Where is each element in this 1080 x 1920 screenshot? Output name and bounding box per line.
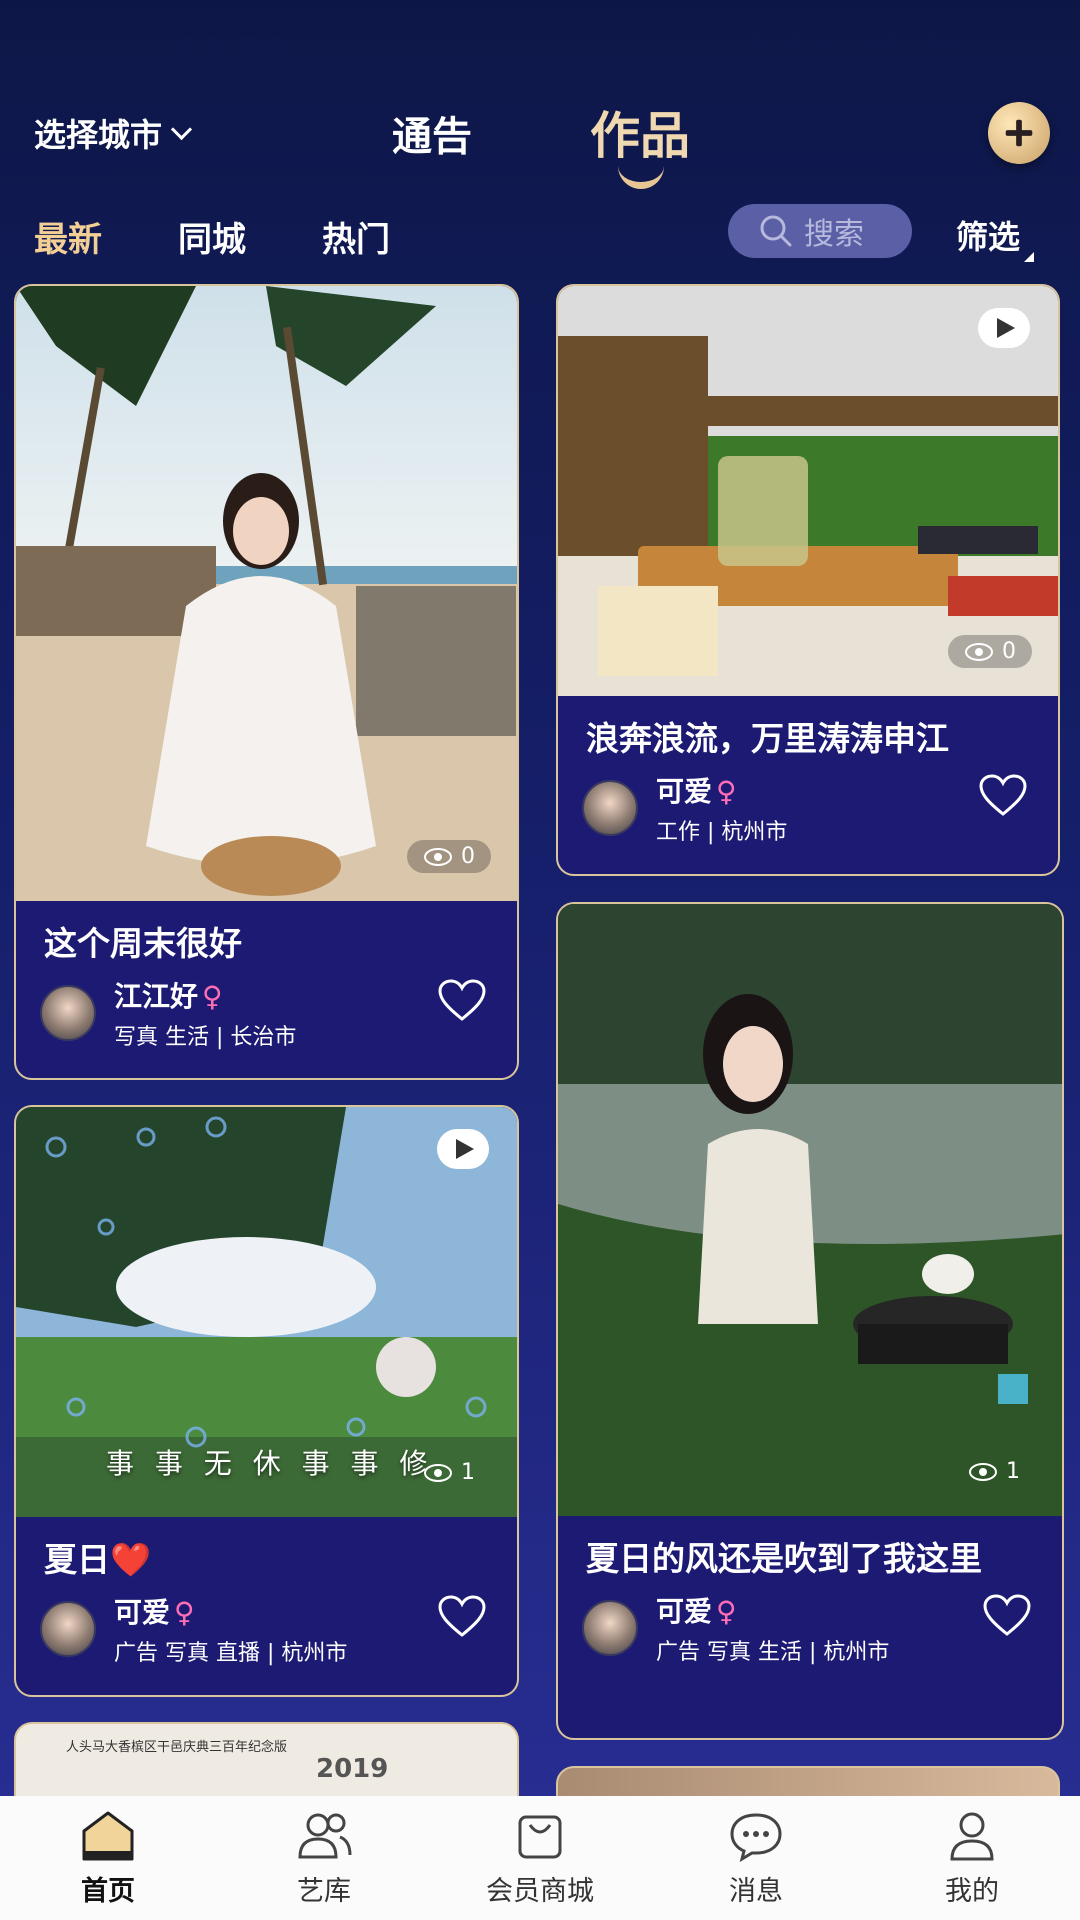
heart-icon[interactable] bbox=[978, 774, 1028, 818]
avatar[interactable] bbox=[40, 985, 96, 1041]
view-count: 0 bbox=[407, 840, 491, 873]
partial-banner-text: 人头马大香槟区干邑庆典三百年纪念版 bbox=[66, 1740, 288, 1755]
post-author: 可爱 ♀ 广告 写真 直播 | 杭州市 bbox=[16, 1581, 517, 1687]
status-bar: 11:30 bbox=[0, 0, 1080, 100]
post-card[interactable]: 0 浪奔浪流，万里涛涛申江 可爱 ♀ 工作 | 杭州市 bbox=[556, 284, 1060, 876]
post-thumbnail: 事 事 无 休 事 事 修 1 bbox=[16, 1107, 517, 1517]
video-play-icon bbox=[978, 308, 1030, 348]
tab-latest[interactable]: 最新 bbox=[34, 212, 102, 261]
lakeside-photo bbox=[558, 904, 1062, 1516]
author-name: 可爱 bbox=[656, 1595, 713, 1628]
post-tags: 写真 生活 | 长治市 bbox=[114, 1025, 297, 1050]
city-selector-label: 选择城市 bbox=[34, 116, 163, 154]
author-name: 江江好 bbox=[114, 980, 199, 1013]
eye-icon bbox=[965, 642, 993, 661]
view-count-value: 1 bbox=[1006, 1459, 1020, 1484]
post-card[interactable]: 1 夏日的风还是吹到了我这里 可爱 ♀ 广告 写真 生活 | 杭州市 bbox=[556, 902, 1064, 1740]
avatar[interactable] bbox=[582, 780, 638, 836]
tab-same-city[interactable]: 同城 bbox=[178, 212, 246, 261]
shopping-bag-icon bbox=[518, 1815, 562, 1858]
view-count: 1 bbox=[952, 1455, 1036, 1488]
partial-year: 2019 bbox=[316, 1754, 389, 1784]
person-icon bbox=[950, 1812, 994, 1860]
tab-label: 消息 bbox=[729, 1875, 783, 1907]
female-icon: ♀ bbox=[174, 1596, 195, 1629]
tab-label: 艺库 bbox=[297, 1875, 351, 1907]
plus-icon bbox=[1005, 119, 1033, 147]
female-icon: ♀ bbox=[202, 980, 223, 1013]
wifi-icon bbox=[888, 30, 934, 64]
tab-messages[interactable]: 消息 bbox=[656, 1809, 856, 1908]
video-play-icon bbox=[437, 1129, 489, 1169]
filter-label: 筛选 bbox=[956, 218, 1021, 256]
screen-record-icon bbox=[820, 30, 866, 64]
tab-label: 首页 bbox=[81, 1875, 135, 1907]
post-thumbnail: 0 bbox=[16, 286, 517, 901]
view-count: 1 bbox=[407, 1456, 491, 1489]
heart-icon[interactable] bbox=[982, 1594, 1032, 1638]
post-thumbnail: 1 bbox=[558, 904, 1062, 1516]
post-author: 江江好 ♀ 写真 生活 | 长治市 bbox=[16, 965, 517, 1071]
view-count: 0 bbox=[948, 635, 1032, 668]
status-time: 11:30 bbox=[178, 30, 287, 70]
eye-icon bbox=[424, 1463, 452, 1482]
post-tags: 广告 写真 生活 | 杭州市 bbox=[656, 1640, 890, 1665]
people-icon bbox=[298, 1813, 352, 1858]
post-thumbnail: 0 bbox=[558, 286, 1058, 696]
author-name: 可爱 bbox=[114, 1596, 171, 1629]
add-post-button[interactable] bbox=[988, 102, 1050, 164]
active-tab-indicator bbox=[618, 160, 664, 189]
view-count-value: 0 bbox=[1002, 639, 1016, 664]
beach-photo bbox=[16, 286, 517, 901]
bottom-tab-bar: 首页 艺库 会员商城 消息 我的 bbox=[0, 1796, 1080, 1920]
search-placeholder: 搜索 bbox=[804, 217, 864, 252]
post-title: 夏日的风还是吹到了我这里 bbox=[586, 1539, 982, 1578]
tab-label: 会员商城 bbox=[486, 1875, 594, 1907]
eye-icon bbox=[969, 1462, 997, 1481]
tab-profile[interactable]: 我的 bbox=[872, 1809, 1072, 1908]
author-name: 可爱 bbox=[656, 775, 713, 808]
avatar[interactable] bbox=[582, 1600, 638, 1656]
tab-notice[interactable]: 通告 bbox=[392, 104, 472, 162]
sub-nav: 最新 同城 热门 搜索 筛选 bbox=[0, 200, 1080, 270]
mute-icon bbox=[752, 30, 798, 64]
search-icon bbox=[760, 215, 792, 247]
post-title: 浪奔浪流，万里涛涛申江 bbox=[586, 719, 949, 758]
heart-icon[interactable] bbox=[437, 1595, 487, 1639]
tab-label: 我的 bbox=[945, 1875, 999, 1907]
tab-works[interactable]: 作品 bbox=[590, 96, 690, 168]
avatar[interactable] bbox=[40, 1601, 96, 1657]
post-card[interactable]: 0 这个周末很好 江江好 ♀ 写真 生活 | 长治市 bbox=[14, 284, 519, 1080]
tab-home[interactable]: 首页 bbox=[8, 1809, 208, 1908]
view-count-value: 0 bbox=[461, 844, 475, 869]
post-author: 可爱 ♀ 广告 写真 生活 | 杭州市 bbox=[558, 1580, 1062, 1686]
city-selector[interactable]: 选择城市 bbox=[34, 110, 193, 156]
tab-member-mall[interactable]: 会员商城 bbox=[440, 1809, 640, 1908]
post-card[interactable]: 事 事 无 休 事 事 修 1 夏日❤️ 可爱 ♀ 广告 写真 直播 | 杭州市 bbox=[14, 1105, 519, 1697]
post-title: 夏日❤️ bbox=[44, 1540, 152, 1579]
search-input[interactable]: 搜索 bbox=[728, 204, 912, 258]
battery-icon bbox=[956, 30, 1020, 64]
top-nav: 选择城市 通告 作品 bbox=[0, 90, 1080, 200]
female-icon: ♀ bbox=[716, 1595, 737, 1628]
chevron-down-icon bbox=[170, 118, 193, 140]
post-tags: 广告 写真 直播 | 杭州市 bbox=[114, 1641, 348, 1666]
post-author: 可爱 ♀ 工作 | 杭州市 bbox=[558, 760, 1058, 866]
post-tags: 工作 | 杭州市 bbox=[656, 820, 788, 845]
home-icon bbox=[82, 1811, 134, 1860]
tab-art-library[interactable]: 艺库 bbox=[224, 1809, 424, 1908]
tab-hot[interactable]: 热门 bbox=[322, 212, 390, 261]
female-icon: ♀ bbox=[716, 775, 737, 808]
heart-icon[interactable] bbox=[437, 979, 487, 1023]
post-title: 这个周末很好 bbox=[44, 924, 242, 963]
status-icons bbox=[752, 30, 1020, 64]
video-caption: 事 事 无 休 事 事 修 bbox=[106, 1447, 434, 1480]
chat-bubble-icon bbox=[730, 1812, 782, 1862]
filter-button[interactable]: 筛选 bbox=[956, 212, 1035, 262]
view-count-value: 1 bbox=[461, 1460, 475, 1485]
corner-triangle-icon bbox=[1024, 252, 1035, 262]
eye-icon bbox=[424, 847, 452, 866]
